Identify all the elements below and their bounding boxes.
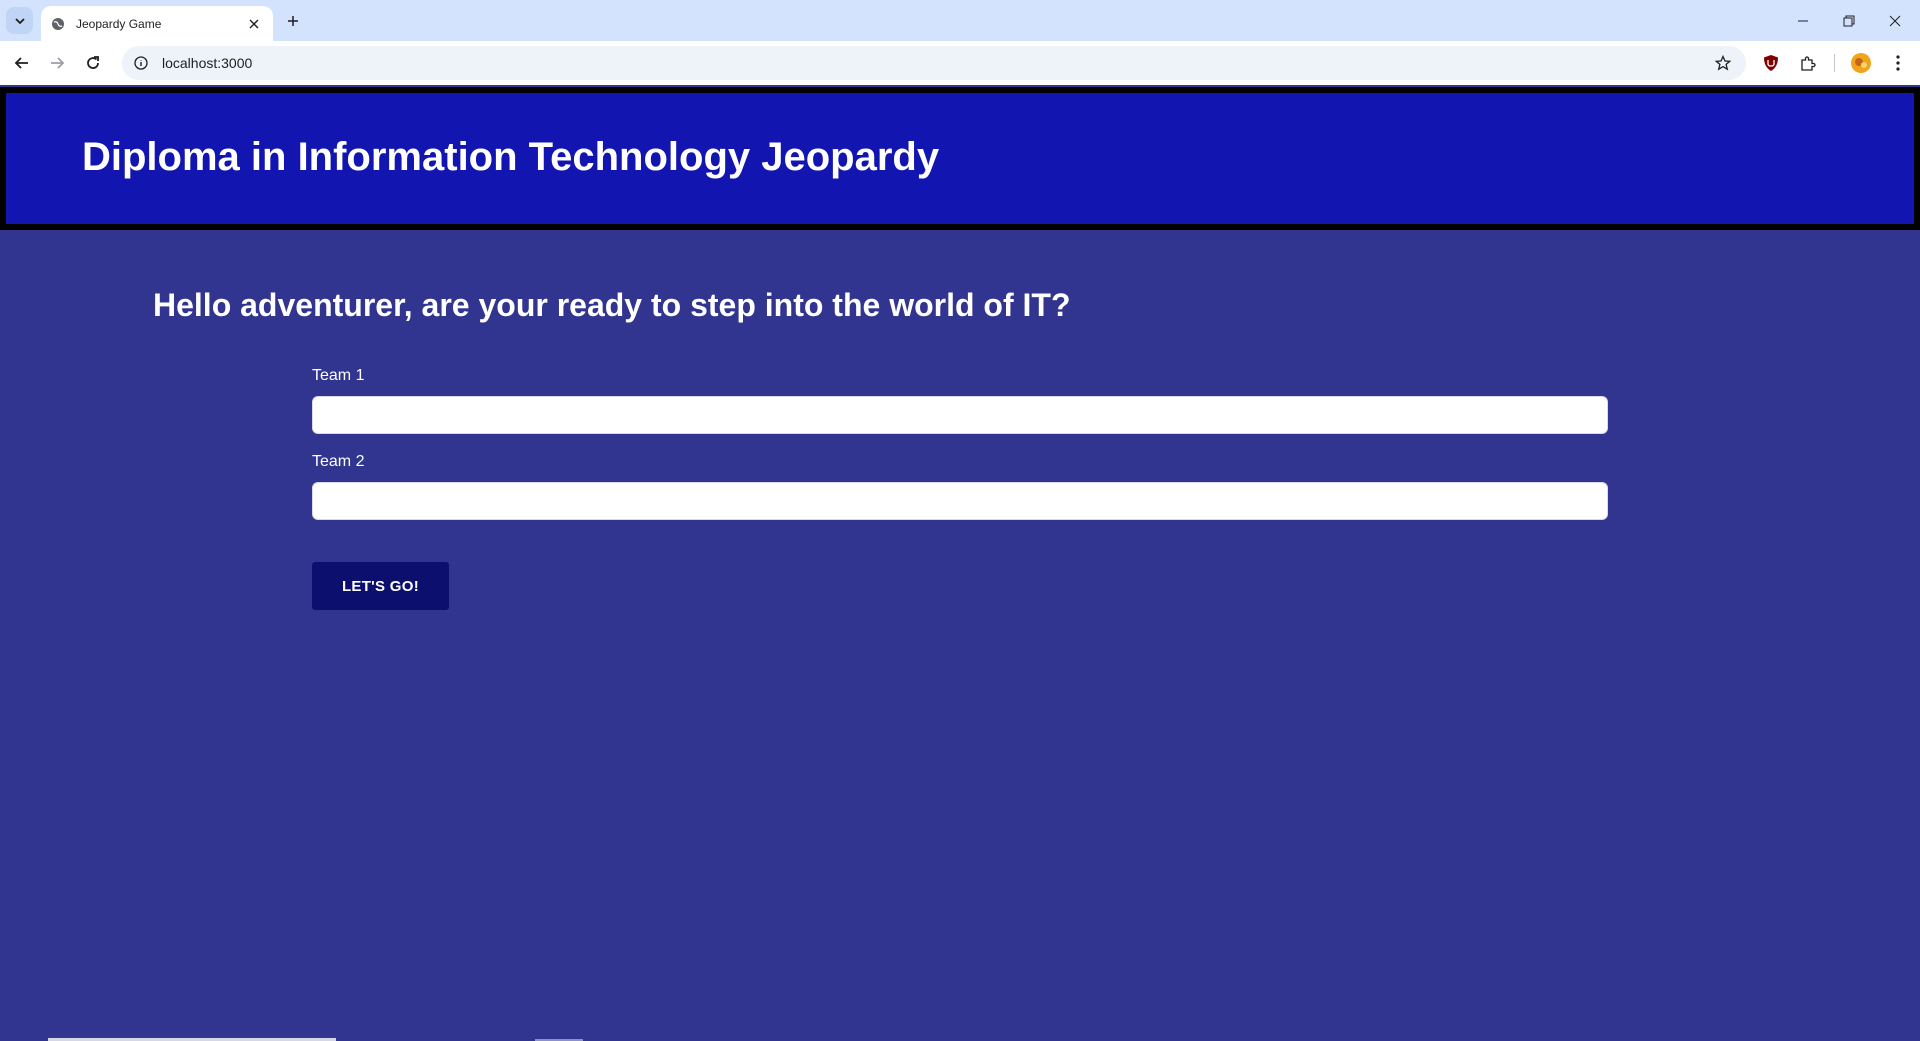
more-vertical-icon [1896,55,1900,71]
shield-icon [1764,55,1778,71]
minimize-button[interactable] [1780,0,1826,41]
app-header: Diploma in Information Technology Jeopar… [0,87,1920,230]
info-icon[interactable] [124,46,158,80]
close-icon [1889,15,1901,26]
restore-icon [1843,15,1855,26]
new-tab-button[interactable] [281,9,305,33]
chevron-down-icon [14,17,25,24]
team1-label: Team 1 [312,367,365,384]
profile-button[interactable] [1846,48,1876,78]
avatar-icon [1851,53,1871,73]
tab-title: Jeopardy Game [76,16,162,31]
team1-input[interactable] [312,396,1608,434]
star-icon[interactable] [1706,46,1740,80]
arrow-right-icon [51,57,65,69]
lets-go-button[interactable]: LET'S GO! [312,562,449,610]
minimize-icon [1798,20,1808,21]
team2-label: Team 2 [312,453,365,470]
close-icon[interactable] [245,15,263,33]
browser-toolbar: localhost:3000 [0,41,1920,85]
restore-button[interactable] [1826,0,1872,41]
ublock-extension-button[interactable] [1756,48,1786,78]
globe-icon [51,16,67,32]
team2-input[interactable] [312,482,1608,520]
browser-tab[interactable]: Jeopardy Game [41,6,273,41]
tab-search-button[interactable] [6,7,33,34]
greeting-heading: Hello adventurer, are your ready to step… [153,287,1071,323]
browser-tab-bar: Jeopardy Game [0,0,1920,41]
url-text: localhost:3000 [162,55,253,71]
reload-icon [87,56,99,69]
reload-button[interactable] [78,48,108,78]
extensions-button[interactable] [1793,48,1823,78]
window-close-button[interactable] [1872,0,1918,41]
forward-button[interactable] [42,48,72,78]
browser-menu-button[interactable] [1883,48,1913,78]
back-button[interactable] [7,48,37,78]
arrow-left-icon [14,57,28,69]
plus-icon [288,16,298,26]
page-title: Diploma in Information Technology Jeopar… [82,135,940,179]
toolbar-divider [1834,54,1835,72]
address-bar[interactable]: localhost:3000 [122,46,1746,80]
puzzle-icon [1801,56,1816,71]
